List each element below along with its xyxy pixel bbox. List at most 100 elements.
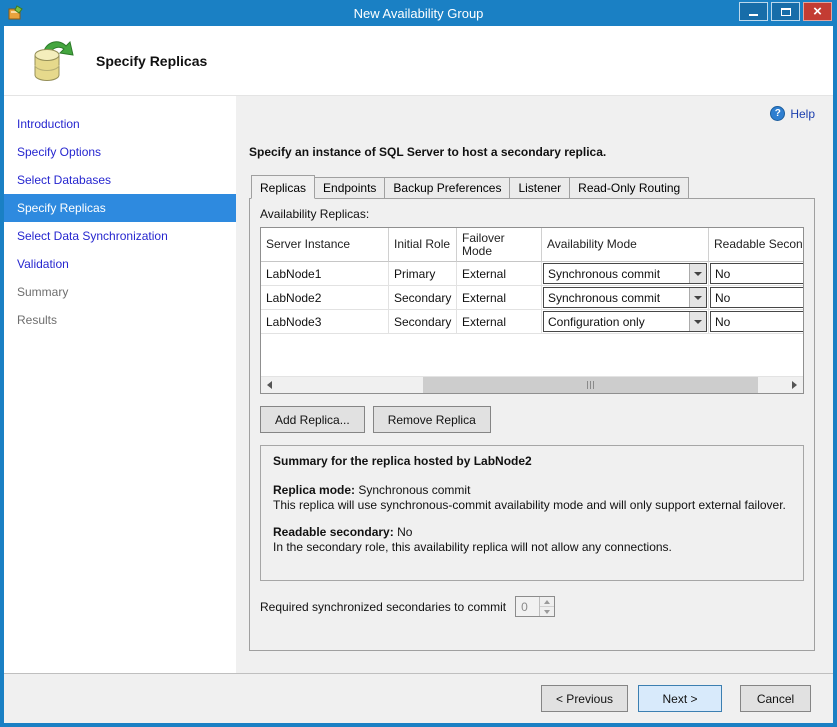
window-controls: ×: [739, 2, 832, 21]
replica-mode-value: Synchronous commit: [358, 483, 470, 497]
help-icon[interactable]: ?: [770, 106, 785, 121]
grid-button-row: Add Replica... Remove Replica: [260, 406, 804, 433]
readable-secondary-value: No: [715, 315, 730, 329]
scroll-left-button[interactable]: [261, 377, 278, 393]
sidebar-item-validation[interactable]: Validation: [4, 250, 236, 278]
tab-listener[interactable]: Listener: [509, 177, 570, 199]
replica-summary-box: Summary for the replica hosted by LabNod…: [260, 445, 804, 581]
required-secondaries-value: 0: [516, 597, 539, 616]
sidebar-item-specify-replicas[interactable]: Specify Replicas: [4, 194, 236, 222]
maximize-icon: [781, 8, 791, 16]
dialog-body: Specify Replicas Introduction Specify Op…: [4, 26, 833, 723]
failover-mode-cell: External: [457, 310, 542, 334]
tab-backup-preferences[interactable]: Backup Preferences: [384, 177, 510, 199]
instruction-text: Specify an instance of SQL Server to hos…: [249, 145, 815, 159]
availability-mode-value: Synchronous commit: [544, 288, 689, 307]
close-button[interactable]: ×: [803, 2, 832, 21]
availability-mode-select[interactable]: Configuration only: [543, 311, 707, 332]
readable-secondary-value: No: [397, 525, 412, 539]
sidebar-item-specify-options[interactable]: Specify Options: [4, 138, 236, 166]
window-title: New Availability Group: [0, 6, 837, 21]
scroll-right-icon: [792, 381, 797, 389]
server-instance-cell: LabNode3: [261, 310, 389, 334]
remove-replica-button[interactable]: Remove Replica: [373, 406, 491, 433]
chevron-down-icon: [544, 610, 550, 614]
chevron-down-icon[interactable]: [689, 288, 706, 307]
readable-secondary-description: In the secondary role, this availability…: [273, 540, 791, 555]
readable-secondary-label: Readable secondary:: [273, 525, 394, 539]
add-replica-button[interactable]: Add Replica...: [260, 406, 365, 433]
scrollbar-thumb[interactable]: [423, 377, 758, 393]
replicas-grid-viewport: Server Instance Initial Role Failover Mo…: [261, 228, 803, 378]
maximize-button[interactable]: [771, 2, 800, 21]
availability-mode-select[interactable]: Synchronous commit: [543, 287, 707, 308]
grid-header-row: Server Instance Initial Role Failover Mo…: [261, 228, 803, 262]
availability-mode-value: Configuration only: [544, 312, 689, 331]
sidebar-item-results: Results: [4, 306, 236, 334]
wizard-header: Specify Replicas: [4, 26, 833, 96]
readable-secondary-value: No: [715, 267, 730, 281]
failover-mode-cell: External: [457, 262, 542, 286]
scrollbar-track[interactable]: [278, 377, 786, 393]
sidebar-item-summary: Summary: [4, 278, 236, 306]
replicas-tab-panel: Availability Replicas: Server Instance I…: [249, 198, 815, 651]
cancel-button[interactable]: Cancel: [740, 685, 811, 712]
initial-role-cell: Secondary: [389, 310, 457, 334]
sidebar-item-introduction[interactable]: Introduction: [4, 110, 236, 138]
horizontal-scrollbar[interactable]: [261, 376, 803, 393]
readable-secondary-select[interactable]: No: [710, 263, 803, 284]
availability-mode-select[interactable]: Synchronous commit: [543, 263, 707, 284]
tab-strip: Replicas Endpoints Backup Preferences Li…: [249, 175, 815, 199]
readable-secondary-select[interactable]: No: [710, 287, 803, 308]
next-button[interactable]: Next >: [638, 685, 722, 712]
minimize-icon: [749, 14, 758, 16]
availability-group-icon: [28, 37, 76, 85]
table-row: LabNode3 Secondary External Configuratio…: [261, 310, 803, 334]
scroll-right-button[interactable]: [786, 377, 803, 393]
failover-mode-cell: External: [457, 286, 542, 310]
column-header-initial-role: Initial Role: [389, 228, 457, 262]
tab-replicas[interactable]: Replicas: [251, 175, 315, 199]
column-header-readable-secondary: Readable Secondary: [709, 228, 803, 262]
close-icon: ×: [813, 4, 822, 19]
wizard-footer: < Previous Next > Cancel: [4, 673, 833, 723]
help-icon-glyph: ?: [775, 108, 781, 119]
chevron-down-icon[interactable]: [689, 312, 706, 331]
summary-title: Summary for the replica hosted by LabNod…: [273, 454, 791, 469]
availability-mode-value: Synchronous commit: [544, 264, 689, 283]
help-link[interactable]: Help: [790, 107, 815, 121]
new-availability-group-dialog: New Availability Group × Specify Replica…: [0, 0, 837, 727]
scroll-left-icon: [267, 381, 272, 389]
column-header-availability-mode: Availability Mode: [542, 228, 709, 262]
required-secondaries-label: Required synchronized secondaries to com…: [260, 600, 506, 614]
column-header-failover-mode: Failover Mode: [457, 228, 542, 262]
spinner-down-button: [540, 607, 554, 616]
title-bar[interactable]: New Availability Group ×: [0, 0, 837, 26]
tab-read-only-routing[interactable]: Read-Only Routing: [569, 177, 689, 199]
initial-role-cell: Secondary: [389, 286, 457, 310]
server-instance-cell: LabNode1: [261, 262, 389, 286]
main-content: ? Help Specify an instance of SQL Server…: [236, 96, 833, 673]
wizard-steps-sidebar: Introduction Specify Options Select Data…: [4, 96, 236, 673]
spinner-up-button: [540, 597, 554, 607]
tab-endpoints[interactable]: Endpoints: [314, 177, 385, 199]
initial-role-cell: Primary: [389, 262, 457, 286]
page-title: Specify Replicas: [96, 53, 207, 69]
replicas-grid: Server Instance Initial Role Failover Mo…: [260, 227, 804, 394]
required-secondaries-row: Required synchronized secondaries to com…: [260, 596, 804, 617]
sidebar-item-select-data-synchronization[interactable]: Select Data Synchronization: [4, 222, 236, 250]
server-instance-cell: LabNode2: [261, 286, 389, 310]
replica-mode-line: Replica mode: Synchronous commit: [273, 483, 791, 498]
column-header-server-instance: Server Instance: [261, 228, 389, 262]
previous-button[interactable]: < Previous: [541, 685, 628, 712]
sidebar-item-select-databases[interactable]: Select Databases: [4, 166, 236, 194]
chevron-down-icon[interactable]: [689, 264, 706, 283]
readable-secondary-select[interactable]: No: [710, 311, 803, 332]
spinner-buttons: [539, 597, 554, 616]
minimize-button[interactable]: [739, 2, 768, 21]
help-row: ? Help: [249, 106, 815, 121]
availability-replicas-label: Availability Replicas:: [260, 207, 804, 221]
readable-secondary-line: Readable secondary: No: [273, 525, 791, 540]
app-icon: [8, 5, 24, 21]
table-row: LabNode1 Primary External Synchronous co…: [261, 262, 803, 286]
